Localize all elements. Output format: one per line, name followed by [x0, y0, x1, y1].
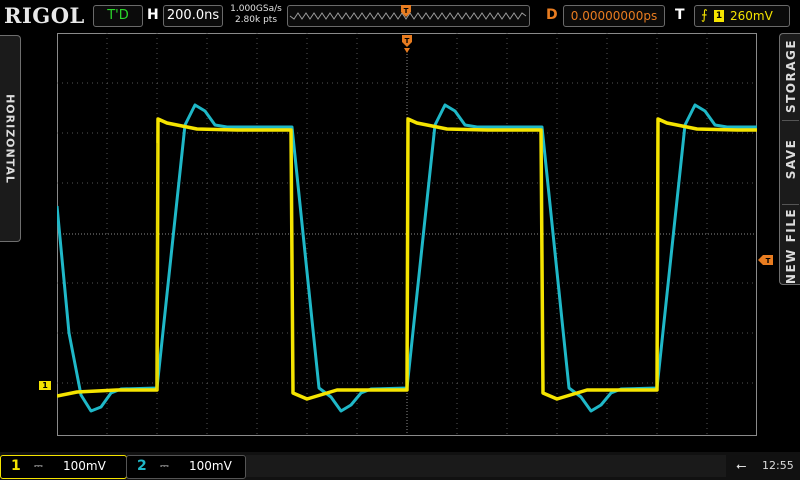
storage-menu-item[interactable]: STORAGE [784, 39, 798, 113]
bottom-bar-empty [246, 455, 726, 477]
sample-rate: 1.000GSa/s [230, 4, 282, 14]
trigger-label: T [675, 7, 685, 23]
ch1-offset-marker[interactable]: 1 [39, 381, 51, 390]
memory-depth: 2.80k pts [234, 15, 278, 25]
menu-divider [782, 120, 799, 121]
usb-icon: ⭠ [736, 459, 747, 474]
timebase-value[interactable]: 200.0ns [163, 5, 223, 27]
dc-coupling-icon: ⎓ [160, 459, 169, 472]
save-menu-item[interactable]: SAVE [784, 139, 798, 180]
ch2-scale: 100mV [189, 459, 232, 473]
trigger-level-value: 260mV [730, 9, 773, 23]
system-clock: 12:55 [762, 459, 794, 472]
run-state-indicator[interactable]: T'D [93, 5, 143, 27]
svg-text:T: T [404, 7, 409, 15]
rigol-logo: RIGOL [4, 3, 85, 28]
trigger-position-marker[interactable]: T [401, 34, 413, 58]
svg-text:T: T [766, 257, 771, 265]
delay-label: D [546, 7, 558, 23]
ch1-settings[interactable]: 1 ⎓ 100mV [0, 455, 127, 479]
new-file-menu-item[interactable]: NEW FILE [784, 208, 798, 284]
ch2-number: 2 [137, 458, 147, 474]
horizontal-label: H [147, 7, 159, 23]
horizontal-menu-tab[interactable]: HORIZONTAL [0, 35, 21, 242]
dc-coupling-icon: ⎓ [34, 459, 43, 472]
top-status-bar: RIGOL T'D H 200.0ns 1.000GSa/s 2.80k pts… [0, 0, 800, 32]
horizontal-menu-label: HORIZONTAL [3, 93, 17, 184]
storage-menu-panel[interactable]: STORAGE SAVE NEW FILE [779, 33, 800, 285]
rising-edge-icon: ⨍ [701, 8, 708, 23]
ch1-scale: 100mV [63, 459, 106, 473]
svg-text:T: T [405, 37, 410, 45]
memory-trigger-marker: T [400, 3, 412, 22]
waveform-display[interactable] [57, 33, 757, 436]
trigger-level-marker[interactable]: T [758, 250, 774, 269]
ch2-settings[interactable]: 2 ⎓ 100mV [126, 455, 246, 479]
ch1-number: 1 [11, 458, 21, 474]
trigger-settings[interactable]: ⨍ 1 260mV [694, 5, 790, 27]
menu-divider [782, 204, 799, 205]
acquisition-info: 1.000GSa/s 2.80k pts [226, 4, 286, 26]
delay-value[interactable]: 0.00000000ps [563, 5, 665, 27]
trigger-source-badge: 1 [714, 10, 724, 22]
